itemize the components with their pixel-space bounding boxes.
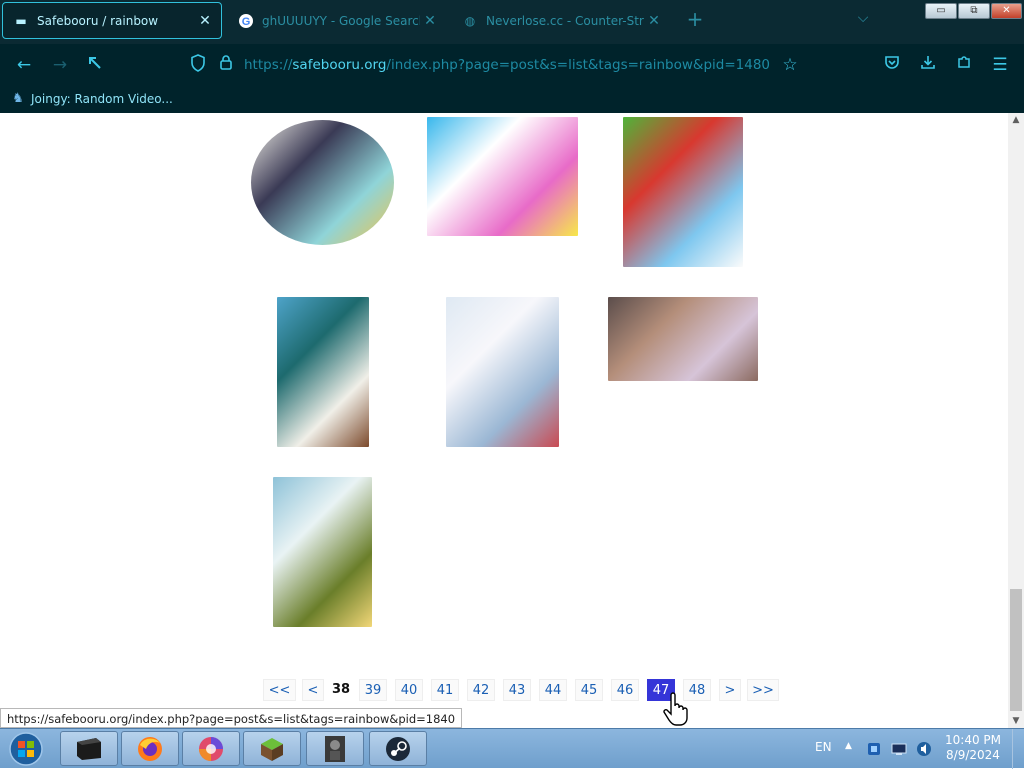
tab-label: ghUUUUYY - Google Search [262, 13, 420, 28]
page-content: << < 38 39 40 41 42 43 44 45 46 47 48 > … [0, 113, 1008, 728]
menu-hamburger-icon[interactable]: ☰ [989, 54, 1011, 76]
tab-google-search[interactable]: G ghUUUUYY - Google Search ✕ [228, 2, 446, 39]
vertical-scrollbar[interactable]: ▲ ▼ [1008, 113, 1024, 728]
tray-network-icon[interactable] [891, 741, 907, 757]
url-bar[interactable]: https://safebooru.org/index.php?page=pos… [244, 57, 770, 73]
taskbar-app-minecraft[interactable] [243, 731, 301, 766]
thumb-green-hooded-bard[interactable] [277, 297, 369, 447]
minimize-button[interactable]: ▭ [925, 3, 957, 19]
clock-date: 8/9/2024 [946, 748, 1000, 762]
pocket-icon[interactable] [881, 54, 903, 76]
pagination-page[interactable]: 46 [611, 679, 639, 701]
tab-bar: ▬ Safebooru / rainbow ✕ G ghUUUUYY - Goo… [0, 0, 1024, 44]
pagination-page[interactable]: 42 [467, 679, 495, 701]
tray-volume-icon[interactable] [916, 741, 932, 757]
svg-text:G: G [242, 16, 251, 28]
new-tab-plus-icon[interactable]: + [684, 8, 706, 30]
bookmark-star-icon[interactable]: ☆ [779, 54, 801, 76]
pagination-prev[interactable]: < [302, 679, 324, 701]
link-status-bar: https://safebooru.org/index.php?page=pos… [0, 708, 463, 728]
taskbar-app-browser[interactable] [182, 731, 240, 766]
forward-arrow-icon[interactable]: → [49, 54, 71, 76]
bookmark-label: Joingy: Random Video... [31, 92, 173, 106]
url-scheme: https:// [244, 57, 293, 73]
taskbar-app-game[interactable] [306, 731, 364, 766]
thumb-anime-girl-pencils[interactable] [251, 120, 394, 245]
page-icon: ▬ [15, 13, 27, 28]
pagination-page[interactable]: 45 [575, 679, 603, 701]
thumb-yoshi-mario-christmas[interactable] [623, 117, 743, 267]
pagination-first[interactable]: << [263, 679, 296, 701]
downloads-icon[interactable] [917, 54, 939, 76]
url-domain: safebooru.org [292, 57, 387, 73]
reload-icon[interactable] [84, 54, 106, 76]
pagination-current-page: 38 [327, 679, 355, 701]
scroll-up-arrow-icon[interactable]: ▲ [1008, 113, 1024, 127]
tab-neverlose[interactable]: ◍ Neverlose.cc - Counter-Strike ✕ [452, 2, 670, 39]
tracking-shield-icon[interactable] [187, 54, 209, 76]
tab-label: Safebooru / rainbow [37, 13, 159, 28]
pagination-last[interactable]: >> [747, 679, 779, 701]
close-window-button[interactable]: ✕ [991, 3, 1022, 19]
close-tab-icon[interactable]: ✕ [195, 13, 215, 29]
clock-time: 10:40 PM [945, 733, 1001, 747]
maximize-button[interactable]: ⧉ [958, 3, 990, 19]
taskbar-app-terminal[interactable] [60, 731, 118, 766]
start-button[interactable] [4, 730, 48, 768]
taskbar: EN ▲ 10:40 PM 8/9/2024 [0, 728, 1024, 769]
scroll-down-arrow-icon[interactable]: ▼ [1008, 714, 1024, 728]
pagination-next[interactable]: > [719, 679, 741, 701]
close-tab-icon[interactable]: ✕ [420, 13, 440, 29]
thumb-gardevoir-field[interactable] [273, 477, 372, 627]
taskbar-app-firefox[interactable] [121, 731, 179, 766]
show-hidden-icons-arrow-icon[interactable]: ▲ [845, 741, 852, 751]
back-arrow-icon[interactable]: ← [13, 54, 35, 76]
bookmarks-toolbar: ♞ Joingy: Random Video... [0, 86, 1024, 113]
thumb-girl-in-snow[interactable] [446, 297, 559, 447]
google-icon: G [238, 13, 254, 29]
taskbar-app-steam[interactable] [369, 731, 427, 766]
hand-pointer-cursor-icon [662, 691, 692, 727]
tab-safebooru[interactable]: ▬ Safebooru / rainbow ✕ [2, 2, 222, 39]
pagination-page[interactable]: 44 [539, 679, 567, 701]
globe-icon: ◍ [464, 13, 476, 28]
tray-security-icon[interactable] [866, 741, 882, 757]
lock-icon[interactable] [215, 54, 237, 76]
navigation-toolbar: ← → https://safebooru.org/index.php?page… [0, 44, 1024, 86]
close-tab-icon[interactable]: ✕ [644, 13, 664, 29]
language-indicator[interactable]: EN [815, 740, 832, 754]
rabbit-icon: ♞ [12, 91, 24, 106]
extensions-puzzle-icon[interactable] [953, 54, 975, 76]
pagination-page[interactable]: 43 [503, 679, 531, 701]
tab-label: Neverlose.cc - Counter-Strike [486, 13, 644, 28]
scrollbar-thumb[interactable] [1010, 589, 1022, 711]
thumb-two-girls-city[interactable] [608, 297, 758, 381]
pagination-page[interactable]: 40 [395, 679, 423, 701]
pagination-page[interactable]: 39 [359, 679, 387, 701]
thumb-rainbow-character[interactable] [427, 117, 578, 236]
show-desktop-button[interactable] [1012, 729, 1024, 769]
url-path: /index.php?page=post&s=list&tags=rainbow… [386, 57, 771, 73]
bookmark-joingy[interactable]: ♞ Joingy: Random Video... [10, 91, 173, 107]
pagination-page[interactable]: 41 [431, 679, 459, 701]
system-clock[interactable]: 10:40 PM 8/9/2024 [940, 733, 1006, 763]
list-tabs-chevron-icon[interactable]: ⌵ [853, 10, 873, 30]
